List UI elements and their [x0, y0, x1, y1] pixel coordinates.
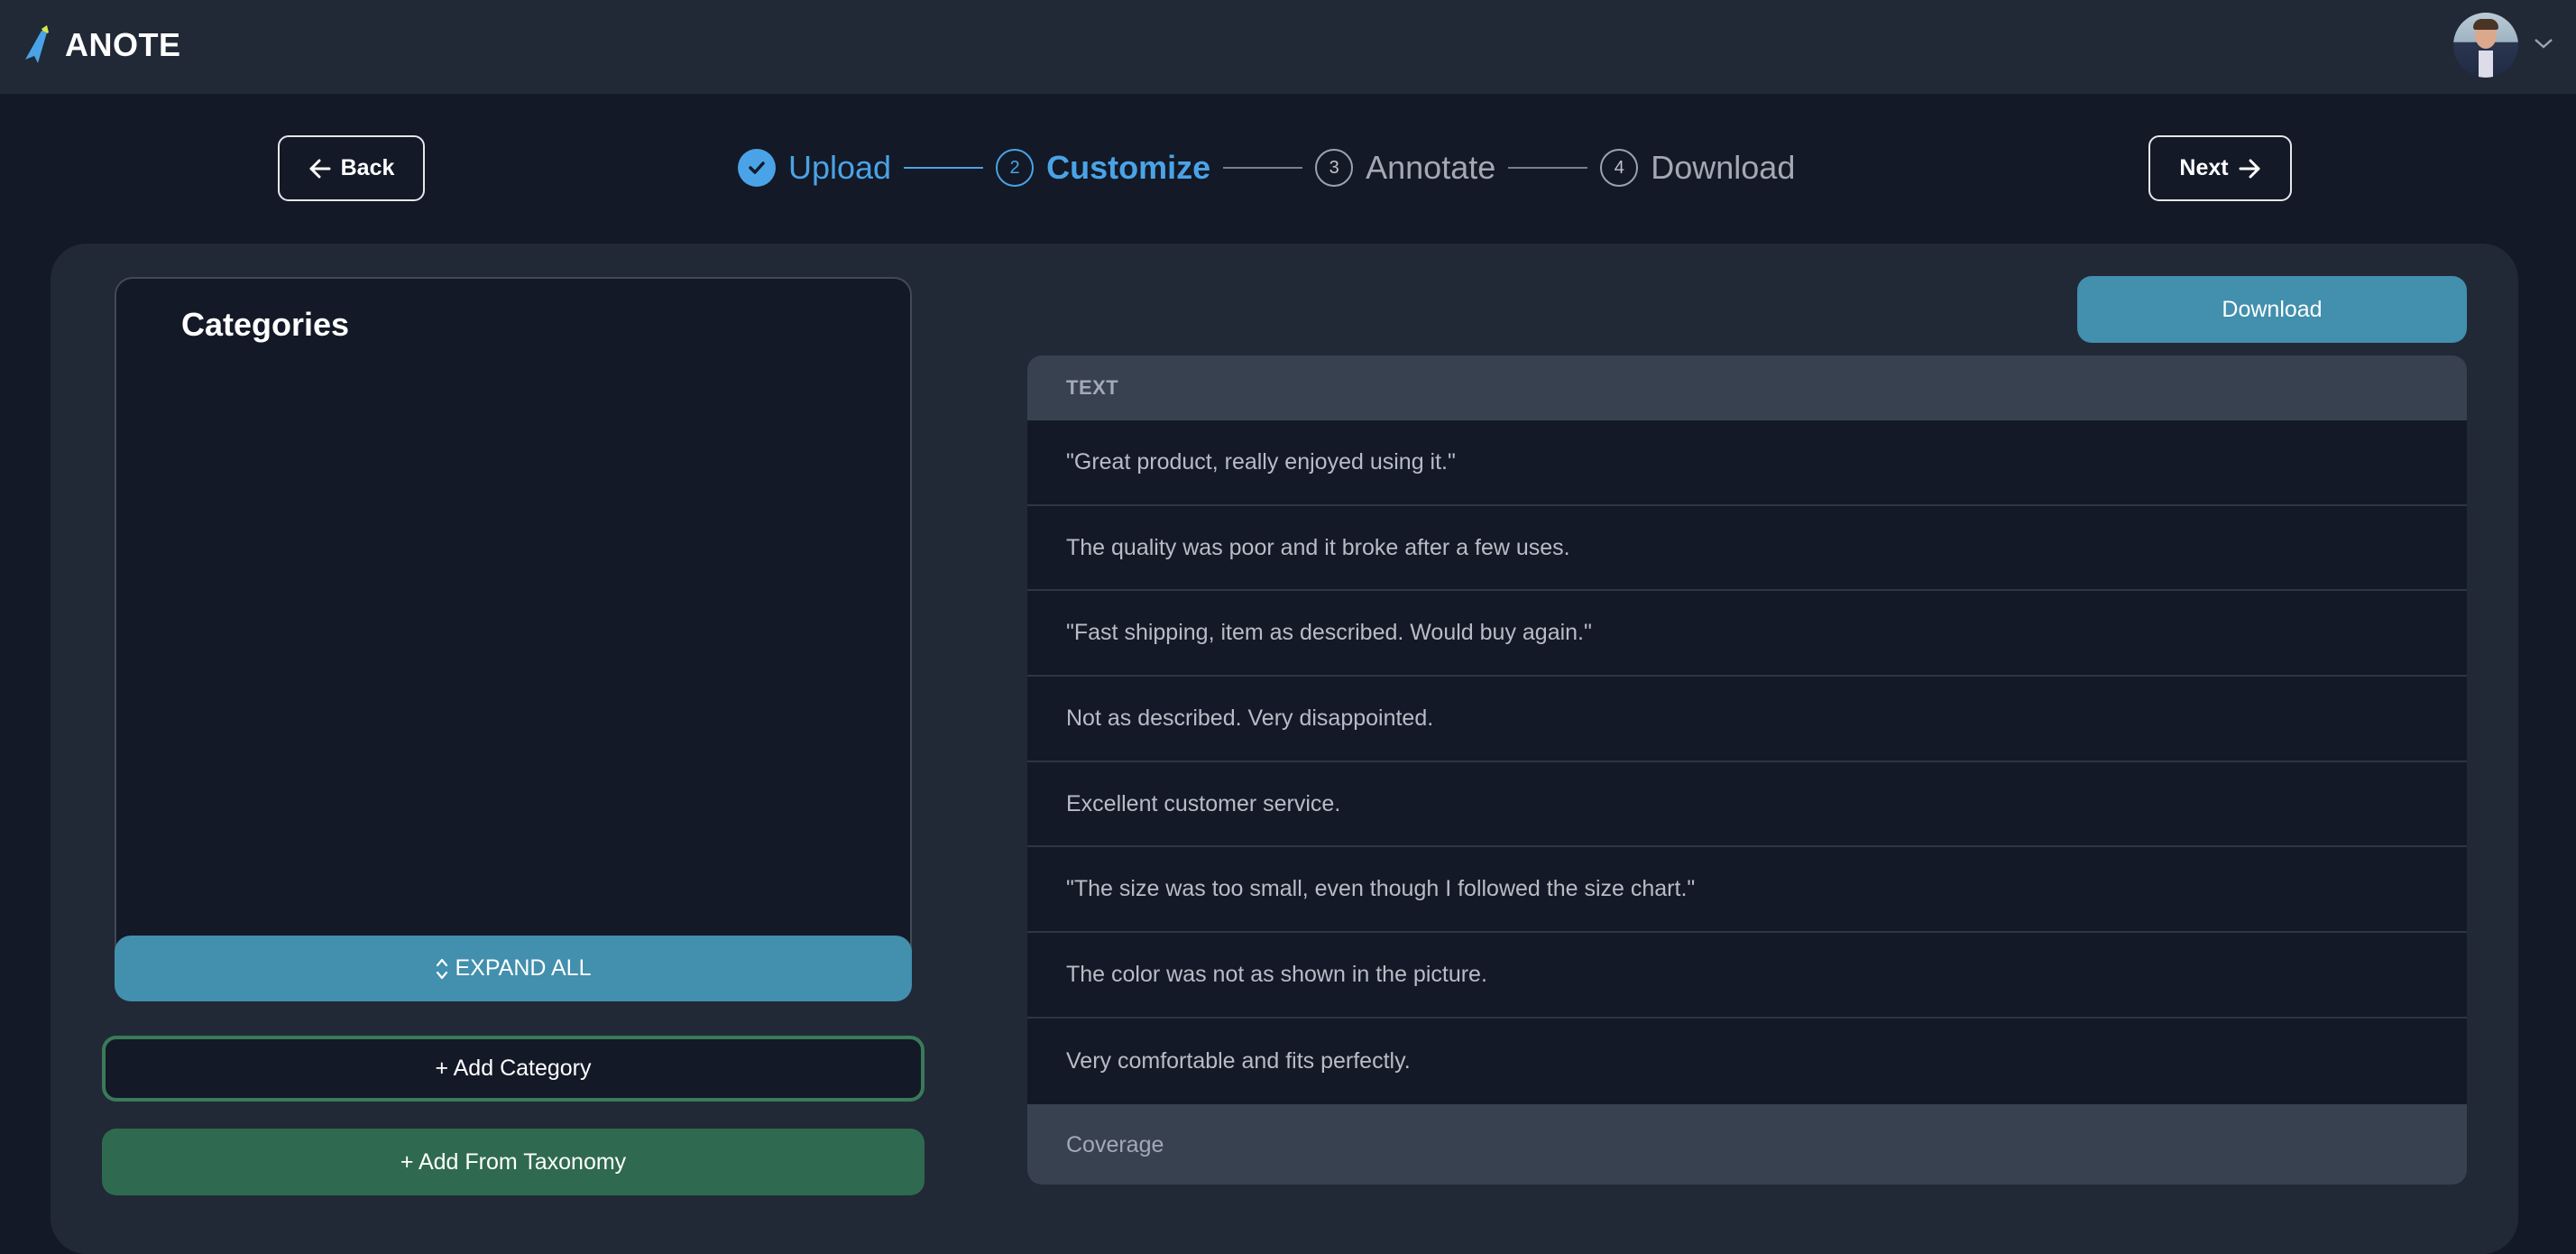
add-category-button[interactable]: + Add Category: [102, 1036, 925, 1102]
pen-feather-icon: [25, 25, 49, 63]
progress-stepper: Upload 2 Customize 3 Annotate 4 Download: [738, 144, 1795, 191]
user-avatar[interactable]: [2453, 13, 2518, 78]
step-label: Annotate: [1366, 149, 1496, 186]
step-upload[interactable]: Upload: [738, 149, 891, 187]
arrow-left-icon: [309, 159, 331, 178]
arrow-right-icon: [2239, 159, 2260, 178]
table-row[interactable]: Very comfortable and fits perfectly.: [1027, 1019, 2467, 1104]
table-row[interactable]: Not as described. Very disappointed.: [1027, 677, 2467, 762]
step-connector: [1223, 167, 1303, 169]
coverage-row: Coverage: [1027, 1103, 2467, 1185]
back-button[interactable]: Back: [278, 135, 425, 201]
table-row[interactable]: The quality was poor and it broke after …: [1027, 506, 2467, 592]
expand-collapse-icon: [437, 958, 448, 979]
top-header: ANOTE: [0, 0, 2576, 94]
step-connector: [1508, 167, 1588, 169]
check-circle-icon: [738, 149, 776, 187]
add-from-taxonomy-button[interactable]: + Add From Taxonomy: [102, 1129, 925, 1195]
app-name: ANOTE: [65, 26, 181, 63]
step-number: 2: [996, 149, 1035, 187]
table-row[interactable]: Excellent customer service.: [1027, 762, 2467, 848]
expand-all-button[interactable]: EXPAND ALL: [115, 936, 912, 1001]
table-body: "Great product, really enjoyed using it.…: [1027, 420, 2467, 1104]
back-label: Back: [340, 155, 395, 180]
step-download[interactable]: 4 Download: [1600, 149, 1795, 187]
text-table: TEXT "Great product, really enjoyed usin…: [1027, 355, 2467, 1185]
step-number: 4: [1600, 149, 1639, 187]
categories-panel: Categories: [115, 277, 912, 1001]
table-row[interactable]: "Great product, really enjoyed using it.…: [1027, 420, 2467, 506]
chevron-down-icon[interactable]: [2533, 36, 2554, 51]
step-label: Download: [1651, 149, 1796, 186]
table-row[interactable]: "The size was too small, even though I f…: [1027, 847, 2467, 934]
table-row[interactable]: The color was not as shown in the pictur…: [1027, 933, 2467, 1019]
step-number: 3: [1315, 149, 1354, 187]
step-label: Upload: [788, 149, 892, 186]
next-label: Next: [2179, 155, 2229, 180]
app-logo[interactable]: ANOTE: [22, 20, 181, 70]
download-button[interactable]: Download: [2077, 276, 2467, 343]
table-row[interactable]: "Fast shipping, item as described. Would…: [1027, 591, 2467, 678]
column-header-text[interactable]: TEXT: [1027, 355, 2467, 420]
categories-title: Categories: [181, 306, 350, 343]
next-button[interactable]: Next: [2148, 135, 2292, 201]
expand-all-label: EXPAND ALL: [455, 955, 592, 981]
step-customize[interactable]: 2 Customize: [996, 149, 1210, 187]
step-annotate[interactable]: 3 Annotate: [1315, 149, 1495, 187]
step-connector: [904, 167, 984, 169]
step-label: Customize: [1046, 149, 1211, 186]
